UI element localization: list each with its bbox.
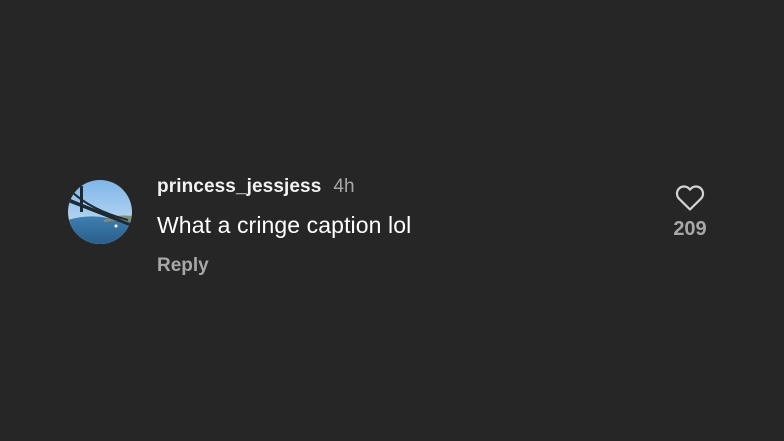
heart-outline-icon[interactable]	[675, 184, 705, 212]
username-link[interactable]: princess_jessjess	[157, 176, 321, 198]
comment-screen: princess_jessjess 4h What a cringe capti…	[0, 0, 784, 441]
comment-item: princess_jessjess 4h What a cringe capti…	[68, 176, 728, 286]
comment-meta: princess_jessjess 4h	[157, 176, 411, 200]
like-section: 209	[664, 184, 716, 241]
avatar[interactable]	[68, 180, 132, 244]
avatar-bridge-icon	[68, 180, 132, 244]
comment-body: princess_jessjess 4h What a cringe capti…	[157, 176, 411, 277]
reply-button[interactable]: Reply	[157, 255, 209, 277]
comment-timestamp: 4h	[333, 176, 355, 197]
like-count: 209	[673, 218, 707, 240]
comment-text: What a cringe caption lol	[157, 212, 412, 238]
